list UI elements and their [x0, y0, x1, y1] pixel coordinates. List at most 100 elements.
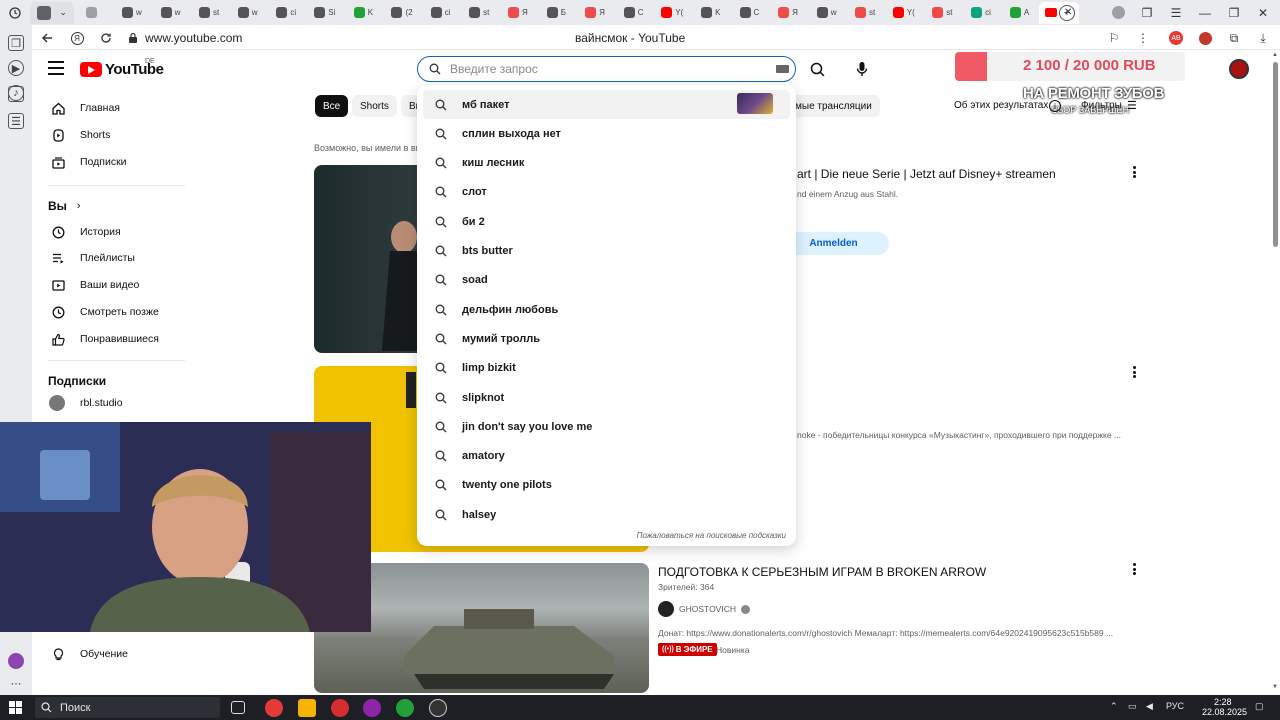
site-info-button[interactable] [124, 29, 142, 47]
side-panel-calendar-button[interactable] [8, 86, 24, 102]
keyboard-icon[interactable] [776, 65, 789, 73]
back-button[interactable] [38, 29, 56, 47]
search-suggestion[interactable]: halsey [423, 500, 790, 529]
search-suggestion[interactable]: мумий тролль [423, 324, 790, 353]
search-suggestion[interactable]: twenty one pilots [423, 471, 790, 500]
menu-button[interactable]: ☰ [1161, 0, 1191, 25]
guide-menu-button[interactable] [48, 61, 64, 75]
chip-shorts[interactable]: Shorts [352, 95, 397, 117]
browser-tab[interactable]: w [807, 2, 846, 24]
guide-item-liked[interactable]: Понравившиеся [48, 328, 188, 350]
browser-tab[interactable]: Я [769, 2, 808, 24]
browser-tab[interactable]: Б [537, 2, 576, 24]
start-button[interactable] [9, 701, 22, 714]
browser-tab[interactable]: K [692, 2, 731, 24]
downloads-button[interactable]: ⤓ [1254, 29, 1272, 47]
browser-tab[interactable]: С [730, 2, 769, 24]
restore-button[interactable]: ❐ [1219, 0, 1249, 25]
new-tab-button[interactable]: + [1052, 0, 1082, 25]
search-suggestion[interactable]: дельфин любовь [423, 295, 790, 324]
volume-icon[interactable]: ◀ [1146, 701, 1153, 712]
search-suggestion[interactable]: bts butter [423, 237, 790, 266]
more-actions-button[interactable] [1128, 165, 1140, 179]
account-avatar[interactable] [1229, 59, 1249, 79]
taskbar-app-browser[interactable] [331, 699, 349, 717]
page-scrollbar[interactable]: ▲ ▼ [1270, 50, 1280, 695]
browser-tab[interactable]: Я [499, 2, 538, 24]
guide-item-learning[interactable]: Обучение [48, 643, 188, 665]
reload-button[interactable] [97, 29, 115, 47]
extension-adblock-button[interactable]: AB [1167, 29, 1185, 47]
voice-search-button[interactable] [850, 58, 874, 80]
browser-tab[interactable]: K [344, 2, 383, 24]
notifications-icon[interactable]: ▢ [1255, 701, 1264, 712]
browser-tab[interactable]: ci [421, 2, 460, 24]
bookmark-button[interactable]: ⚐ [1105, 29, 1123, 47]
extensions-menu-button[interactable]: ⧉ [1225, 29, 1243, 47]
browser-tab[interactable]: st [846, 2, 885, 24]
search-suggestion[interactable]: би 2 [423, 207, 790, 236]
more-button[interactable]: ⋮ [1134, 29, 1152, 47]
extension-button[interactable] [1196, 29, 1214, 47]
browser-tab[interactable]: Y( [653, 2, 692, 24]
search-suggestion[interactable]: amatory [423, 442, 790, 471]
scroll-down-icon[interactable]: ▼ [1272, 684, 1278, 690]
side-panel-collections-button[interactable]: ❐ [8, 35, 24, 51]
taskbar-app-explorer[interactable] [298, 699, 316, 717]
filters-button[interactable]: Фильтры [1081, 100, 1122, 111]
scroll-up-icon[interactable]: ▲ [1272, 52, 1278, 58]
url-text[interactable]: www.youtube.com [145, 31, 242, 45]
side-panel-more-button[interactable]: ⋯ [8, 675, 24, 691]
browser-tab[interactable]: st [460, 2, 499, 24]
info-icon[interactable]: i [1049, 100, 1061, 112]
more-actions-button[interactable] [1128, 562, 1140, 576]
browser-tab[interactable]: (2 [383, 2, 422, 24]
guide-item-playlists[interactable]: Плейлисты [48, 247, 188, 269]
browser-tab[interactable]: st [190, 2, 229, 24]
browser-tab[interactable]: Y( [884, 2, 923, 24]
search-suggestion[interactable]: soad [423, 266, 790, 295]
taskbar-app-obs[interactable] [429, 699, 447, 717]
channel-link[interactable]: GHOSTOVICH [658, 601, 750, 617]
report-suggestions-link[interactable]: Пожаловаться на поисковые подсказки [637, 531, 786, 540]
browser-tab[interactable]: w [151, 2, 190, 24]
guide-item-shorts[interactable]: Shorts [48, 124, 188, 146]
taskbar-app-messenger[interactable] [396, 699, 414, 717]
browser-tab[interactable]: st [923, 2, 962, 24]
search-suggestion[interactable]: limp bizkit [423, 354, 790, 383]
clock-date[interactable]: 22.08.2025 [1202, 707, 1247, 717]
search-suggestion[interactable]: киш лесник [423, 149, 790, 178]
browser-tab[interactable] [74, 2, 113, 24]
close-window-button[interactable]: ✕ [1248, 0, 1278, 25]
search-suggestion[interactable]: сплин выхода нет [423, 119, 790, 148]
taskbar-app-music[interactable] [363, 699, 381, 717]
video-title[interactable]: art | Die neue Serie | Jetzt auf Disney+… [797, 167, 1056, 181]
side-panel-play-button[interactable]: ▶ [8, 60, 24, 76]
browser-tab[interactable]: A [1000, 2, 1039, 24]
guide-section-you[interactable]: Вы › [48, 199, 81, 213]
minimize-button[interactable]: — [1190, 0, 1220, 25]
profile-button[interactable] [1103, 0, 1133, 25]
browser-tab[interactable]: w [113, 2, 152, 24]
network-icon[interactable]: ▭ [1128, 701, 1137, 712]
search-box[interactable] [417, 56, 796, 82]
search-suggestion[interactable]: слот [423, 178, 790, 207]
more-actions-button[interactable] [1128, 365, 1140, 379]
search-suggestion[interactable]: мб пакет [423, 90, 790, 119]
video-title[interactable]: ПОДГОТОВКА К СЕРЬЕЗНЫМ ИГРАМ В BROKEN AR… [658, 565, 986, 579]
scrollbar-thumb[interactable] [1273, 62, 1278, 247]
guide-item-watch-later[interactable]: Смотреть позже [48, 301, 188, 323]
clock-time[interactable]: 2:28 [1214, 697, 1232, 707]
guide-item-subscriptions[interactable]: Подписки [48, 151, 188, 173]
browser-history-button[interactable] [0, 2, 30, 24]
tab-manager-button[interactable]: ❐ [1132, 0, 1162, 25]
browser-tab-grouped[interactable]: ⌄ [30, 1, 74, 24]
guide-item-home[interactable]: Главная [48, 97, 188, 119]
browser-tab[interactable]: ci [962, 2, 1001, 24]
guide-item-history[interactable]: История [48, 221, 188, 243]
keyboard-language[interactable]: РУС [1166, 701, 1184, 711]
browser-tab[interactable]: ci [267, 2, 306, 24]
search-input[interactable] [450, 60, 750, 78]
browser-tab[interactable]: w [228, 2, 267, 24]
side-panel-notes-button[interactable]: ☰ [8, 113, 24, 129]
